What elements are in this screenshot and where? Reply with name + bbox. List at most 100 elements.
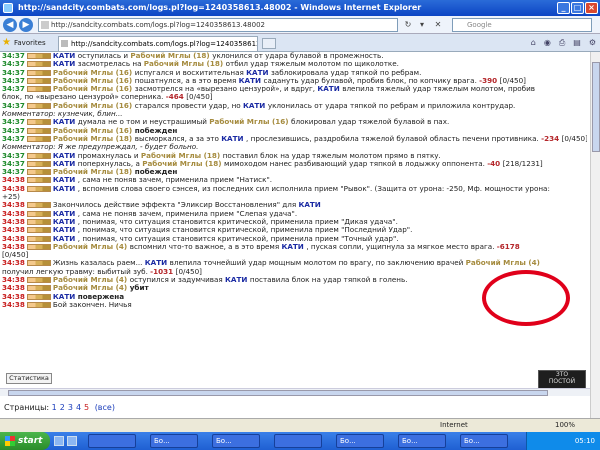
zone-label: Internet [440,421,468,429]
page-link[interactable]: 2 [60,403,65,412]
log-text: промахнулась и [77,151,141,160]
fighter-name: Рабочий Мглы (16) [209,118,292,127]
log-text: влепила тяжелый удар тяжелым молотом, пр… [342,85,536,94]
quicklaunch-icon[interactable] [67,436,77,446]
hit-zone-icon [26,235,51,242]
close-button[interactable]: × [585,2,598,14]
taskbar-item[interactable]: Бо... [212,434,260,448]
fighter-name: Рабочий Мглы (4) [52,276,130,285]
log-text: Бой закончен. Ничья [52,300,132,309]
new-tab-button[interactable] [262,38,276,49]
log-time: 34:37 [2,159,25,168]
fighter-name: КАТИ [52,159,78,168]
fighter-name: Рабочий Мглы (18) [140,151,223,160]
log-text: отбил удар тяжелым молотом по щиколотке. [225,60,399,69]
back-icon[interactable]: ◀ [3,18,17,32]
fighter-name: КАТИ [221,134,247,143]
hit-zone-icon [26,185,51,192]
taskbar-item[interactable]: Бо... [336,434,384,448]
horizontal-scrollbar[interactable] [0,388,590,396]
vertical-scrollbar[interactable] [590,52,600,418]
page-link[interactable]: 5 [84,403,89,412]
taskbar-item[interactable] [274,434,322,448]
damage-value: -6178 [496,242,520,251]
log-time: 34:37 [2,101,25,110]
zoom-level[interactable]: 100% [555,419,575,432]
log-text: думала не о том и неустрашимый [77,118,210,127]
refresh-icon[interactable]: ↻ [402,19,414,31]
log-text: поставила блок на удар тяпкой в голень. [249,276,408,285]
log-line: Комментатор: Я же предупреждал, - будет … [2,143,587,151]
dropdown-icon[interactable]: ▾ [416,19,428,31]
windows-logo-icon [5,436,15,446]
log-line: 34:38 Рабочий Мглы (4) вспомнил что-то ва… [2,243,587,251]
log-line: 34:37 Рабочий Мглы (18) побежден [2,168,587,176]
log-text: [218/1231] [502,159,543,168]
tools-menu-icon[interactable]: ⚙ [589,38,596,48]
damage-value: -40 [487,159,503,168]
home-icon[interactable]: ⌂ [531,38,536,48]
search-input[interactable]: Google [452,18,592,32]
feeds-icon[interactable]: ◉ [544,38,551,48]
stats-button[interactable]: Статистика [6,373,52,384]
log-time: 34:37 [2,85,25,94]
log-line: 34:38 КАТИ , вспомнив слова своего сэнсея… [2,185,587,193]
hit-zone-icon [26,227,51,234]
hit-zone-icon [26,293,51,300]
fighter-name: Рабочий Мглы (16) [52,68,135,77]
page-all-link[interactable]: (все) [95,403,115,412]
favorites-button[interactable]: ★ Favorites [2,37,46,49]
log-time: 34:37 [2,151,25,160]
url-input[interactable]: http://sandcity.combats.com/logs.pl?log=… [38,18,398,32]
taskbar-item[interactable]: Бо... [150,434,198,448]
hit-zone-icon [26,61,51,68]
taskbar-item[interactable] [88,434,136,448]
start-button[interactable]: start [0,432,50,450]
fighter-name: КАТИ [238,76,264,85]
log-time: 34:38 [2,284,25,293]
clock: 05:10 [574,437,595,445]
forward-icon[interactable]: ▶ [19,18,33,32]
fighter-name: Рабочий Мглы (18) [130,52,213,60]
stop-icon[interactable]: ✕ [432,19,444,31]
fighter-name: Рабочий Мглы (16) [52,85,135,94]
log-text: , понимая, что ситуация становится крити… [77,226,413,235]
page-link[interactable]: 1 [52,403,57,412]
log-text: [0/450] [561,134,587,143]
quicklaunch-icon[interactable] [54,436,64,446]
hit-zone-icon [26,177,51,184]
damage-value: -234 [541,134,562,143]
fighter-name: Рабочий Мглы (18) [142,159,225,168]
hit-zone-icon [26,119,51,126]
fighter-name: КАТИ [225,276,250,285]
log-text: повержена [77,292,125,301]
log-line: блок, по «вырезано цензурой» соперника. … [2,93,587,101]
log-text: , вспомнив слова своего сэнсея, из после… [77,184,550,193]
minimize-button[interactable]: _ [557,2,570,14]
print-icon[interactable]: ⎙ [559,38,565,48]
damage-value: -390 [479,76,500,85]
hit-zone-icon [26,301,51,308]
page-menu-icon[interactable]: ▤ [573,38,581,48]
window-title: http://sandcity.combats.com/logs.pl?log=… [18,3,422,12]
fighter-name: КАТИ [52,234,78,243]
log-time: 34:37 [2,68,25,77]
log-text: садануть удар булавой, пробив блок, по к… [263,76,480,85]
page-link[interactable]: 4 [76,403,81,412]
fighter-name: КАТИ [52,184,78,193]
maximize-button[interactable]: □ [571,2,584,14]
taskbar-item[interactable]: Бо... [398,434,446,448]
taskbar-item[interactable]: Бо... [460,434,508,448]
log-time: 34:38 [2,234,25,243]
log-text: старался провести удар, но [134,101,243,110]
fighter-name: КАТИ [144,259,170,268]
tab-current[interactable]: http://sandcity.combats.com/logs.pl?log=… [58,36,258,51]
fighter-name: КАТИ [317,85,343,94]
log-line: [0/450] [2,251,587,259]
combat-log: 34:37 КАТИ оступилась и Рабочий Мглы (18)… [2,52,587,309]
log-text: , понимая, что ситуация становится крити… [77,217,398,226]
hit-zone-icon [26,202,51,209]
page-link[interactable]: 3 [68,403,73,412]
log-line: 34:37 Рабочий Мглы (16) испугался и восхи… [2,69,587,77]
log-time: 34:38 [2,259,25,268]
